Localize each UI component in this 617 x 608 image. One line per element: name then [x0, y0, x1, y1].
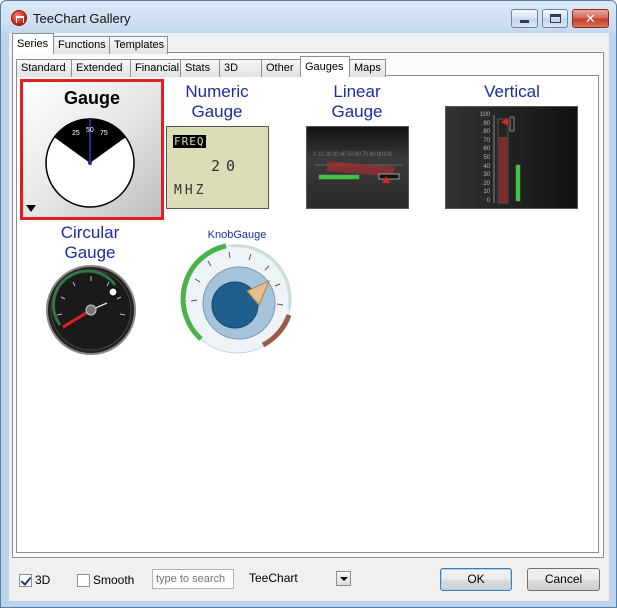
dropdown-triangle-icon	[26, 205, 36, 212]
gallery-item-knob-gauge[interactable]: KnobGauge	[171, 221, 303, 357]
maximize-icon	[549, 14, 561, 23]
tab-stats[interactable]: Stats	[180, 59, 220, 77]
tab-templates[interactable]: Templates	[109, 36, 168, 54]
style-select-value: TeeChart	[249, 571, 298, 585]
tab-extended[interactable]: Extended	[71, 59, 131, 77]
gallery-item-vertical-gauge[interactable]: Vertical 100 90 80 70 60 50 40 30 20 10 …	[445, 80, 579, 216]
knob-gauge-thumbnail	[180, 243, 292, 354]
numeric-gauge-thumbnail: FREQ 20 MHZ	[166, 126, 269, 209]
linear-gauge-thumbnail: 0 10 20 30 40 50 60 70 80 90100	[306, 126, 409, 209]
gallery-item-circular-gauge[interactable]: Circular Gauge	[35, 221, 145, 357]
gauges-tab-panel: Gauge 0 25 50 75 100 Numeric Gauge FREQ …	[16, 75, 599, 553]
gallery-item-numeric-gauge[interactable]: Numeric Gauge FREQ 20 MHZ	[165, 80, 269, 216]
lcd-top-text: FREQ	[173, 135, 206, 148]
vertical-gauge-thumbnail: 100 90 80 70 60 50 40 30 20 10 0	[445, 106, 578, 209]
gauge-scale-50: 50	[86, 127, 94, 134]
numeric-gauge-label-2: Gauge	[191, 102, 243, 121]
style-select[interactable]: TeeChart	[246, 571, 351, 586]
3d-checkbox[interactable]	[19, 574, 32, 587]
gauge-scale-75: 75	[100, 130, 108, 137]
dialog-client-area: Series Functions Templates Gauge 0 25 50	[9, 33, 609, 601]
gauge-dial: 0 25 50 75 100	[26, 118, 135, 212]
tab-3d[interactable]: 3D	[219, 59, 262, 77]
lcd-unit: MHZ	[174, 183, 207, 198]
circular-gauge-label-2: Gauge	[64, 243, 116, 262]
3d-checkbox-label[interactable]: 3D	[35, 573, 50, 587]
dialog-footer: 3D Smooth TeeChart OK Cancel	[9, 563, 609, 601]
ok-button[interactable]: OK	[440, 568, 512, 591]
top-tab-strip: Series Functions Templates	[12, 33, 168, 54]
tab-maps[interactable]: Maps	[349, 59, 386, 77]
linear-gauge-graphic	[315, 161, 402, 183]
circular-gauge-thumbnail	[46, 265, 136, 355]
vertical-gauge-graphic	[493, 115, 521, 204]
window-title: TeeChart Gallery	[33, 11, 131, 26]
search-input[interactable]	[152, 569, 234, 589]
tab-functions[interactable]: Functions	[53, 36, 110, 54]
circular-gauge-label-1: Circular	[60, 223, 120, 242]
numeric-gauge-label-1: Numeric	[185, 82, 249, 101]
maximize-button[interactable]	[542, 9, 568, 28]
tab-standard[interactable]: Standard	[16, 59, 72, 77]
vertical-gauge-label: Vertical	[484, 82, 540, 101]
title-bar[interactable]: TeeChart Gallery ✕	[1, 1, 616, 33]
lcd-value: 20	[211, 157, 242, 175]
gauge-scale-0: 0	[60, 137, 64, 144]
gallery-item-linear-gauge[interactable]: Linear Gauge 0 10 20 30 40 50 60 70 80 9…	[305, 80, 409, 216]
linear-gauge-label-1: Linear	[333, 82, 381, 101]
linear-gauge-label-2: Gauge	[331, 102, 383, 121]
tab-gauges[interactable]: Gauges	[300, 56, 350, 77]
minimize-button[interactable]	[511, 9, 538, 28]
teechart-gallery-window: TeeChart Gallery ✕ Series Functions Temp…	[0, 0, 617, 608]
minimize-icon	[520, 20, 529, 23]
gallery-item-gauge[interactable]: Gauge 0 25 50 75 100	[20, 79, 164, 220]
gauge-category-tab-strip: Standard Extended Financial Stats 3D Oth…	[16, 56, 386, 77]
gauge-thumbnail: Gauge 0 25 50 75 100	[23, 82, 161, 217]
gauge-scale-100: 100	[109, 137, 121, 144]
close-icon: ✕	[585, 10, 596, 26]
tab-series[interactable]: Series	[12, 33, 54, 54]
smooth-checkbox[interactable]	[77, 574, 90, 587]
tab-other[interactable]: Other	[261, 59, 301, 77]
tab-financial[interactable]: Financial	[130, 59, 181, 77]
teechart-app-icon	[11, 10, 27, 26]
close-button[interactable]: ✕	[572, 9, 609, 28]
cancel-button[interactable]: Cancel	[527, 568, 600, 591]
smooth-checkbox-label[interactable]: Smooth	[93, 573, 134, 587]
chevron-down-icon[interactable]	[336, 571, 351, 586]
gauge-scale-25: 25	[72, 130, 80, 137]
